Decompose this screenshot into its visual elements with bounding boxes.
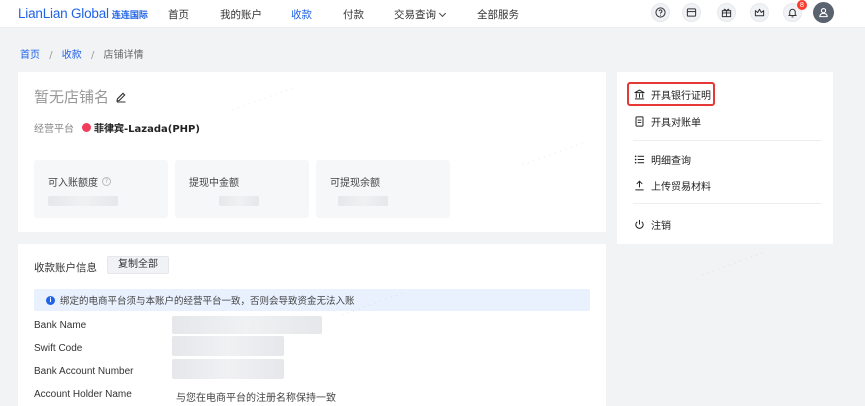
platform-value: 菲律宾-Lazada(PHP) [94,124,200,135]
nav-transaction-query-label: 交易查询 [394,9,436,21]
menu-label: 注销 [651,221,671,232]
wallet-button[interactable] [682,3,701,22]
nav-my-account[interactable]: 我的账户 [220,7,262,22]
nav-receive[interactable]: 收款 [291,7,312,22]
lazada-icon [82,123,91,132]
menu-divider [633,140,821,141]
power-icon [633,219,645,231]
user-icon [819,8,828,18]
help-button[interactable] [651,3,670,22]
menu-cancel-account[interactable]: 注销 [633,217,671,232]
upload-icon [633,180,645,192]
user-avatar[interactable] [813,2,834,23]
info-notice: i 绑定的电商平台须与本账户的经营平台一致，否则会导致资金无法入账 [34,289,590,311]
wallet-icon [686,8,697,17]
breadcrumb-separator: / [90,50,95,61]
info-icon: i [46,295,55,305]
chevron-down-icon [438,9,447,18]
membership-button[interactable] [750,3,769,22]
account-info-card: 收款账户信息 复制全部 i 绑定的电商平台须与本账户的经营平台一致，否则会导致资… [18,244,606,406]
account-holder-name-value: 与您在电商平台的注册名称保持一致 [176,393,336,404]
breadcrumb-receive[interactable]: 收款 [62,50,82,61]
notification-badge: 8 [797,0,807,10]
menu-detail-query[interactable]: 明细查询 [633,152,691,167]
bank-account-number-label: Bank Account Number [34,366,134,377]
edit-icon[interactable] [115,91,127,103]
account-holder-name-label: Account Holder Name [34,389,132,400]
menu-label: 明细查询 [651,156,691,167]
notice-text: 绑定的电商平台须与本账户的经营平台一致，否则会导致资金无法入账 [60,296,355,307]
platform-row: 经营平台 菲律宾-Lazada(PHP) [34,120,200,135]
breadcrumb: 首页 / 收款 / 店铺详情 [20,46,144,61]
stat-label-text: 可入账额度 [48,178,98,189]
stat-label: 提现中金额 [189,174,239,189]
copy-all-button[interactable]: 复制全部 [107,256,169,274]
gift-icon [721,8,732,18]
crown-icon [754,8,765,17]
nav-home[interactable]: 首页 [168,7,189,22]
nav-transaction-query[interactable]: 交易查询 [394,7,447,22]
question-icon[interactable]: ? [102,177,111,186]
document-icon [633,116,645,128]
stat-available-credit: 可入账额度 ? [34,160,168,218]
platform-label: 经营平台 [34,124,74,135]
gift-button[interactable] [717,3,736,22]
stat-label-text: 可提现余额 [330,178,380,189]
stat-label-text: 提现中金额 [189,178,239,189]
menu-upload-trade-materials[interactable]: 上传贸易材料 [633,178,711,193]
menu-label: 上传贸易材料 [651,182,711,193]
bell-icon [788,8,797,18]
stat-label: 可入账额度 ? [48,174,111,189]
watermark: · · · · · · · · · · · · [700,249,766,281]
brand-name-cn: 连连国际 [111,11,148,21]
store-name: 暂无店铺名 [34,88,110,106]
menu-label: 开具对账单 [651,118,701,129]
list-icon [633,154,645,166]
menu-statement[interactable]: 开具对账单 [633,114,701,129]
brand-logo[interactable]: LianLian Global 连连国际 [18,6,148,21]
nav-all-services[interactable]: 全部服务 [477,7,519,22]
stat-label: 可提现余额 [330,174,380,189]
nav-pay[interactable]: 付款 [343,7,364,22]
breadcrumb-separator: / [49,50,53,61]
breadcrumb-current: 店铺详情 [103,50,144,61]
swift-code-value-blurred [172,336,284,356]
bank-name-label: Bank Name [34,320,87,331]
stat-value-blurred [48,196,118,206]
stat-value-blurred [219,196,259,206]
stat-withdrawing: 提现中金额 [175,160,309,218]
menu-divider [633,203,821,204]
stat-value-blurred [338,196,388,206]
account-info-title: 收款账户信息 [34,262,97,274]
breadcrumb-home[interactable]: 首页 [20,50,40,61]
help-icon [655,7,666,18]
store-info-card: 暂无店铺名 经营平台 菲律宾-Lazada(PHP) 可入账额度 ? 提现中金额… [18,72,606,232]
store-name-row: 暂无店铺名 [34,86,127,107]
top-navigation-bar: LianLian Global 连连国际 首页 我的账户 收款 付款 交易查询 … [0,0,865,28]
brand-name-en: LianLian Global [18,6,109,21]
bank-name-value-blurred [172,316,322,334]
stat-withdrawable: 可提现余额 [316,160,450,218]
account-number-value-blurred [172,359,284,379]
highlight-box [627,82,715,106]
swift-code-label: Swift Code [34,343,83,354]
